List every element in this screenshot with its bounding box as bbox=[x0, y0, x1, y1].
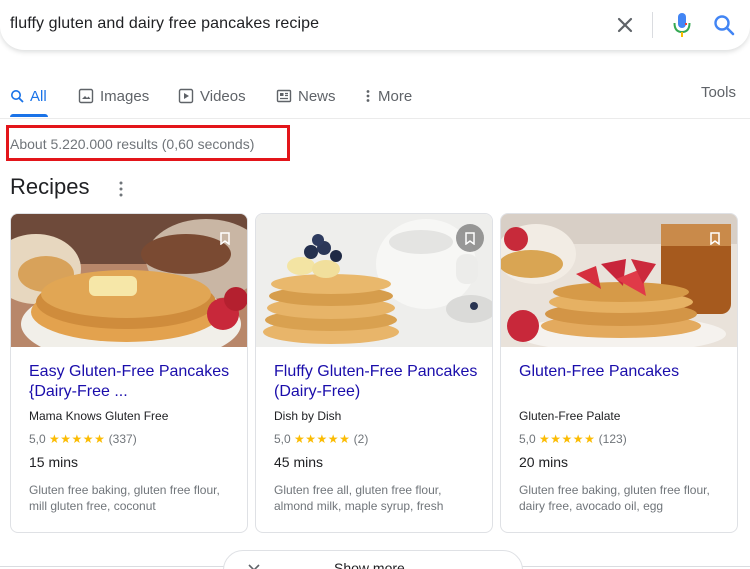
microphone-icon[interactable] bbox=[672, 11, 692, 39]
tab-more[interactable]: More bbox=[364, 84, 412, 108]
chevron-down-icon bbox=[248, 564, 260, 569]
tab-news[interactable]: News bbox=[276, 84, 336, 108]
recipe-ingredients: Gluten free baking, gluten free flour, m… bbox=[29, 483, 220, 513]
news-icon bbox=[276, 89, 292, 103]
tab-label: Images bbox=[100, 87, 150, 105]
highlight-annotation-box bbox=[6, 125, 290, 161]
tools-button[interactable]: Tools bbox=[701, 84, 736, 101]
review-count: (2) bbox=[353, 432, 369, 446]
search-results-page: fluffy gluten and dairy free pancakes re… bbox=[0, 0, 750, 569]
star-rating-icon: ★★★★★ bbox=[49, 432, 106, 446]
recipe-time: 20 mins bbox=[519, 454, 569, 470]
section-title: Recipes bbox=[10, 174, 90, 199]
recipe-time: 15 mins bbox=[29, 454, 79, 470]
recipe-card[interactable]: Gluten-Free Pancakes Gluten-Free Palate … bbox=[500, 213, 738, 533]
recipe-ingredients: Gluten free all, gluten free flour, almo… bbox=[274, 483, 444, 513]
rating-value: 5,0 bbox=[29, 432, 46, 446]
save-recipe-button[interactable] bbox=[456, 224, 484, 252]
tab-label: More bbox=[378, 87, 413, 105]
show-more-button[interactable]: Show more bbox=[223, 550, 523, 569]
recipe-card[interactable]: Easy Gluten-Free Pancakes {Dairy-Free ..… bbox=[10, 213, 248, 533]
recipe-card[interactable]: Fluffy Gluten-Free Pancakes (Dairy-Free)… bbox=[255, 213, 493, 533]
tabs-divider bbox=[0, 118, 750, 119]
review-count: (337) bbox=[108, 432, 137, 446]
rating-value: 5,0 bbox=[519, 432, 536, 446]
rating-value: 5,0 bbox=[274, 432, 291, 446]
tab-all[interactable]: All bbox=[10, 84, 47, 108]
recipe-rating: 5,0 ★★★★★ (2) bbox=[274, 432, 368, 446]
recipe-title[interactable]: Gluten-Free Pancakes bbox=[519, 362, 724, 382]
recipe-title[interactable]: Easy Gluten-Free Pancakes {Dairy-Free ..… bbox=[29, 362, 234, 402]
bookmark-icon bbox=[465, 231, 475, 245]
review-count: (123) bbox=[598, 432, 627, 446]
more-vert-icon bbox=[366, 90, 370, 102]
active-tab-indicator bbox=[10, 114, 48, 117]
clear-icon[interactable] bbox=[614, 14, 636, 36]
star-rating-icon: ★★★★★ bbox=[539, 432, 596, 446]
search-bar[interactable]: fluffy gluten and dairy free pancakes re… bbox=[0, 0, 750, 50]
tab-label: Videos bbox=[200, 87, 246, 105]
tab-label: All bbox=[30, 87, 47, 105]
tab-videos[interactable]: Videos bbox=[178, 84, 246, 108]
bookmark-icon bbox=[220, 231, 230, 245]
more-options-icon[interactable] bbox=[118, 180, 124, 198]
recipe-time: 45 mins bbox=[274, 454, 324, 470]
search-icon bbox=[11, 90, 24, 103]
image-icon bbox=[78, 88, 94, 104]
recipe-ingredients: Gluten free baking, gluten free flour, d… bbox=[519, 483, 710, 513]
search-bar-divider bbox=[652, 12, 653, 38]
save-recipe-button[interactable] bbox=[701, 224, 729, 252]
tab-images[interactable]: Images bbox=[78, 84, 149, 108]
search-input[interactable]: fluffy gluten and dairy free pancakes re… bbox=[10, 15, 319, 33]
show-more-label: Show more bbox=[334, 560, 405, 569]
star-rating-icon: ★★★★★ bbox=[294, 432, 351, 446]
recipe-rating: 5,0 ★★★★★ (337) bbox=[29, 432, 137, 446]
recipe-source: Gluten-Free Palate bbox=[519, 409, 621, 423]
save-recipe-button[interactable] bbox=[211, 224, 239, 252]
recipe-source: Dish by Dish bbox=[274, 409, 342, 423]
search-icon[interactable] bbox=[712, 13, 736, 37]
recipe-source: Mama Knows Gluten Free bbox=[29, 409, 169, 423]
search-tabs: All Images Videos News More Tools bbox=[0, 76, 750, 117]
play-icon bbox=[178, 88, 194, 104]
bookmark-icon bbox=[710, 231, 720, 245]
recipe-rating: 5,0 ★★★★★ (123) bbox=[519, 432, 627, 446]
recipe-title[interactable]: Fluffy Gluten-Free Pancakes (Dairy-Free) bbox=[274, 362, 479, 402]
tab-label: News bbox=[298, 87, 336, 105]
